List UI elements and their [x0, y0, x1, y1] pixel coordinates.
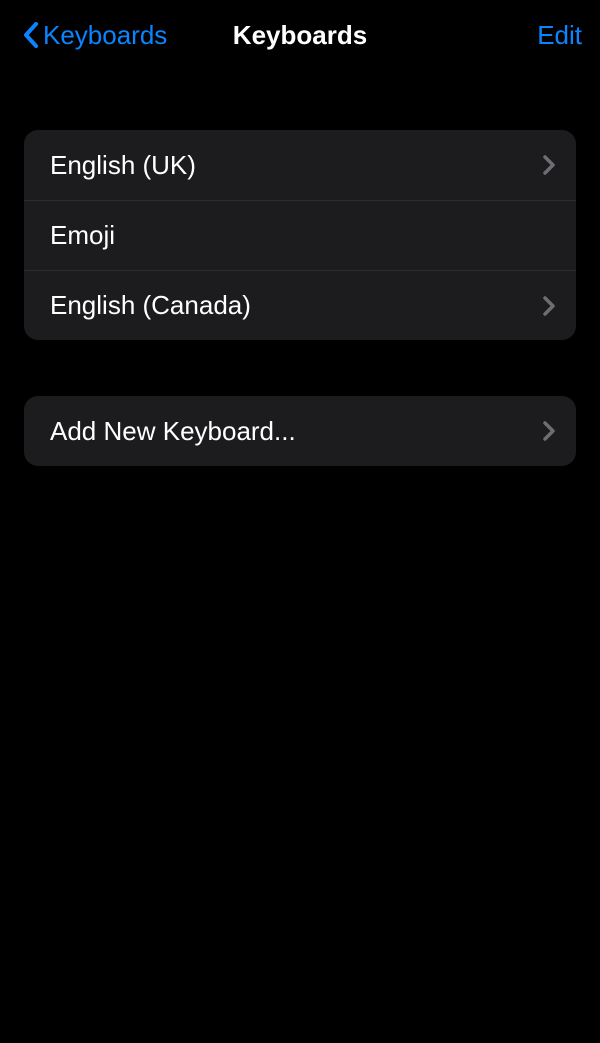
chevron-left-icon — [22, 21, 43, 49]
add-keyboard-label: Add New Keyboard... — [50, 416, 296, 447]
keyboard-row-label: Emoji — [50, 220, 115, 251]
content-area: English (UK) Emoji English (Canada) Add … — [0, 70, 600, 466]
keyboard-row-emoji[interactable]: Emoji — [24, 200, 576, 270]
chevron-right-icon — [542, 295, 556, 317]
back-button[interactable]: Keyboards — [10, 20, 167, 51]
keyboard-row-label: English (UK) — [50, 150, 196, 181]
navigation-bar: Keyboards Keyboards Edit — [0, 0, 600, 70]
keyboard-row-english-uk[interactable]: English (UK) — [24, 130, 576, 200]
chevron-right-icon — [542, 154, 556, 176]
add-keyboard-group: Add New Keyboard... — [24, 396, 576, 466]
back-label: Keyboards — [43, 20, 167, 51]
keyboard-row-english-canada[interactable]: English (Canada) — [24, 270, 576, 340]
keyboard-list-group: English (UK) Emoji English (Canada) — [24, 130, 576, 340]
keyboard-row-label: English (Canada) — [50, 290, 251, 321]
chevron-right-icon — [542, 420, 556, 442]
edit-button[interactable]: Edit — [537, 20, 582, 51]
add-keyboard-button[interactable]: Add New Keyboard... — [24, 396, 576, 466]
